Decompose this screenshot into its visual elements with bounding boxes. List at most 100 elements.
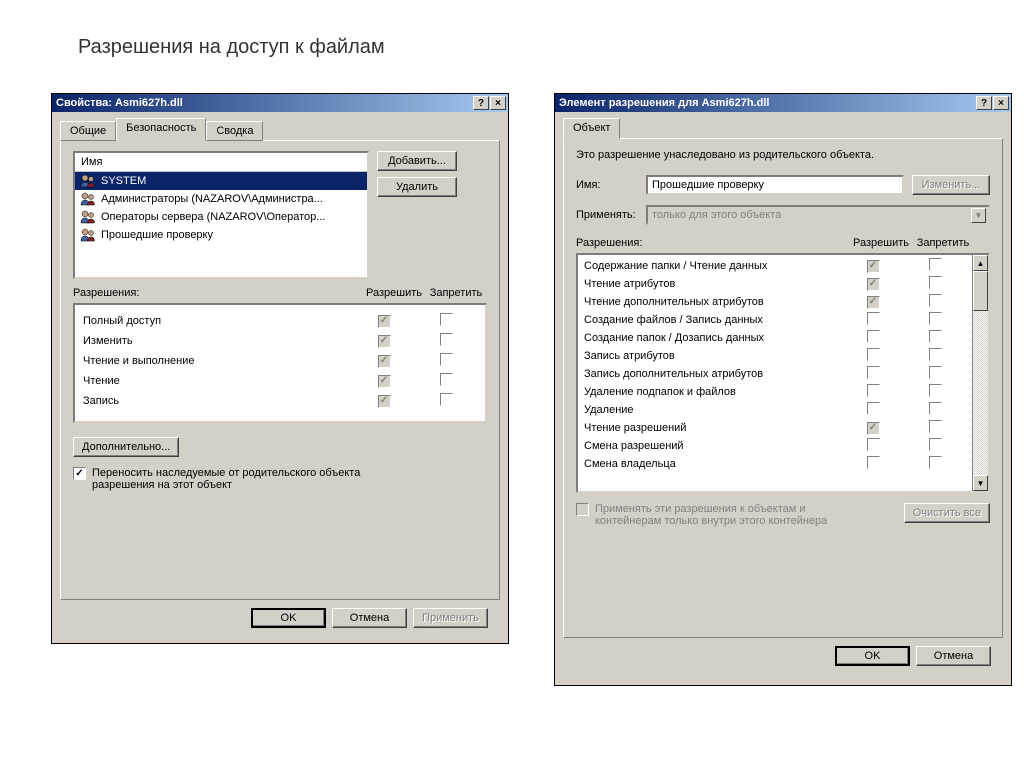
user-group-icon bbox=[80, 228, 96, 242]
checkbox[interactable] bbox=[867, 278, 880, 291]
checkbox[interactable] bbox=[929, 276, 942, 289]
tabs: Общие Безопасность Сводка bbox=[60, 120, 500, 141]
list-item-label: Операторы сервера (NAZAROV\Оператор... bbox=[101, 211, 325, 223]
checkbox[interactable] bbox=[378, 375, 391, 388]
permission-entry-dialog: Элемент разрешения для Asmi627h.dll ? × … bbox=[554, 93, 1012, 686]
name-field[interactable] bbox=[646, 175, 904, 195]
checkbox[interactable] bbox=[929, 420, 942, 433]
permission-label: Чтение bbox=[83, 375, 353, 387]
close-button[interactable]: × bbox=[993, 96, 1009, 110]
permission-label: Содержание папки / Чтение данных bbox=[584, 260, 842, 272]
checkbox[interactable] bbox=[929, 312, 942, 325]
cancel-button[interactable]: Отмена bbox=[916, 646, 991, 666]
advanced-button[interactable]: Дополнительно... bbox=[73, 437, 179, 457]
clear-all-button[interactable]: Очистить все bbox=[904, 503, 990, 523]
list-item[interactable]: Операторы сервера (NAZAROV\Оператор... bbox=[75, 208, 367, 226]
checkbox[interactable] bbox=[867, 384, 880, 397]
ok-button[interactable]: OK bbox=[251, 608, 326, 628]
checkbox[interactable] bbox=[867, 456, 880, 469]
checkbox[interactable] bbox=[867, 348, 880, 361]
ok-button[interactable]: OK bbox=[835, 646, 910, 666]
titlebar-text: Свойства: Asmi627h.dll bbox=[56, 97, 473, 109]
permission-label: Создание папок / Дозапись данных bbox=[584, 332, 842, 344]
list-header: Имя bbox=[75, 153, 367, 172]
permission-row: Удаление bbox=[578, 401, 972, 419]
apply-to-dropdown[interactable]: только для этого объекта ▼ bbox=[646, 205, 990, 225]
permission-label: Запись bbox=[83, 395, 353, 407]
help-button[interactable]: ? bbox=[473, 96, 489, 110]
permission-label: Изменить bbox=[83, 335, 353, 347]
inherit-checkbox[interactable] bbox=[73, 467, 86, 480]
permission-row: Запись атрибутов bbox=[578, 347, 972, 365]
scroll-down-icon[interactable]: ▼ bbox=[973, 475, 988, 491]
checkbox[interactable] bbox=[929, 294, 942, 307]
user-list[interactable]: Имя SYSTEM Администраторы (NAZAROV\Админи… bbox=[73, 151, 369, 279]
permission-row: Запись bbox=[83, 391, 477, 411]
user-group-icon bbox=[80, 192, 96, 206]
permission-label: Удаление bbox=[584, 404, 842, 416]
permission-row: Содержание папки / Чтение данных bbox=[578, 257, 972, 275]
checkbox[interactable] bbox=[867, 296, 880, 309]
permission-row: Создание папок / Дозапись данных bbox=[578, 329, 972, 347]
permission-row: Удаление подпапок и файлов bbox=[578, 383, 972, 401]
checkbox[interactable] bbox=[929, 384, 942, 397]
checkbox[interactable] bbox=[867, 366, 880, 379]
apply-button[interactable]: Применить bbox=[413, 608, 488, 628]
titlebar: Свойства: Asmi627h.dll ? × bbox=[52, 94, 508, 112]
permission-row: Создание файлов / Запись данных bbox=[578, 311, 972, 329]
checkbox[interactable] bbox=[929, 366, 942, 379]
close-button[interactable]: × bbox=[490, 96, 506, 110]
checkbox[interactable] bbox=[440, 393, 453, 406]
cancel-button[interactable]: Отмена bbox=[332, 608, 407, 628]
tab-object[interactable]: Объект bbox=[563, 118, 620, 139]
allow-header: Разрешить bbox=[850, 237, 912, 249]
checkbox[interactable] bbox=[929, 330, 942, 343]
checkbox[interactable] bbox=[378, 335, 391, 348]
scroll-up-icon[interactable]: ▲ bbox=[973, 255, 988, 271]
checkbox[interactable] bbox=[440, 373, 453, 386]
checkbox[interactable] bbox=[867, 422, 880, 435]
remove-button[interactable]: Удалить bbox=[377, 177, 457, 197]
checkbox[interactable] bbox=[929, 402, 942, 415]
checkbox[interactable] bbox=[929, 258, 942, 271]
checkbox[interactable] bbox=[929, 348, 942, 361]
tab-security[interactable]: Безопасность bbox=[116, 118, 206, 141]
list-item-label: Администраторы (NAZAROV\Администра... bbox=[101, 193, 323, 205]
permissions-label: Разрешения: bbox=[73, 287, 363, 299]
permission-row: Смена разрешений bbox=[578, 437, 972, 455]
checkbox[interactable] bbox=[867, 330, 880, 343]
permission-label: Запись дополнительных атрибутов bbox=[584, 368, 842, 380]
permission-row: Чтение разрешений bbox=[578, 419, 972, 437]
tab-summary[interactable]: Сводка bbox=[206, 121, 263, 141]
list-item-label: SYSTEM bbox=[101, 175, 146, 187]
checkbox[interactable] bbox=[867, 402, 880, 415]
list-item[interactable]: SYSTEM bbox=[75, 172, 367, 190]
checkbox[interactable] bbox=[867, 312, 880, 325]
propagate-label: Применять эти разрешения к объектам и ко… bbox=[595, 503, 855, 527]
name-label: Имя: bbox=[576, 179, 638, 191]
checkbox[interactable] bbox=[378, 315, 391, 328]
scroll-thumb[interactable] bbox=[973, 271, 988, 311]
help-button[interactable]: ? bbox=[976, 96, 992, 110]
permission-row: Смена владельца bbox=[578, 455, 972, 473]
checkbox[interactable] bbox=[867, 438, 880, 451]
checkbox[interactable] bbox=[929, 456, 942, 469]
permission-row: Чтение дополнительных атрибутов bbox=[578, 293, 972, 311]
inherit-label: Переносить наследуемые от родительского … bbox=[92, 467, 392, 491]
change-button[interactable]: Изменить... bbox=[912, 175, 990, 195]
checkbox[interactable] bbox=[378, 395, 391, 408]
checkbox[interactable] bbox=[867, 260, 880, 273]
checkbox[interactable] bbox=[440, 313, 453, 326]
chevron-down-icon: ▼ bbox=[971, 208, 986, 223]
add-button[interactable]: Добавить... bbox=[377, 151, 457, 171]
checkbox[interactable] bbox=[378, 355, 391, 368]
checkbox[interactable] bbox=[929, 438, 942, 451]
list-item[interactable]: Прошедшие проверку bbox=[75, 226, 367, 244]
checkbox[interactable] bbox=[440, 333, 453, 346]
list-item[interactable]: Администраторы (NAZAROV\Администра... bbox=[75, 190, 367, 208]
permission-label: Смена разрешений bbox=[584, 440, 842, 452]
permission-label: Чтение атрибутов bbox=[584, 278, 842, 290]
checkbox[interactable] bbox=[440, 353, 453, 366]
scrollbar[interactable]: ▲ ▼ bbox=[972, 255, 988, 491]
tab-general[interactable]: Общие bbox=[60, 121, 116, 141]
